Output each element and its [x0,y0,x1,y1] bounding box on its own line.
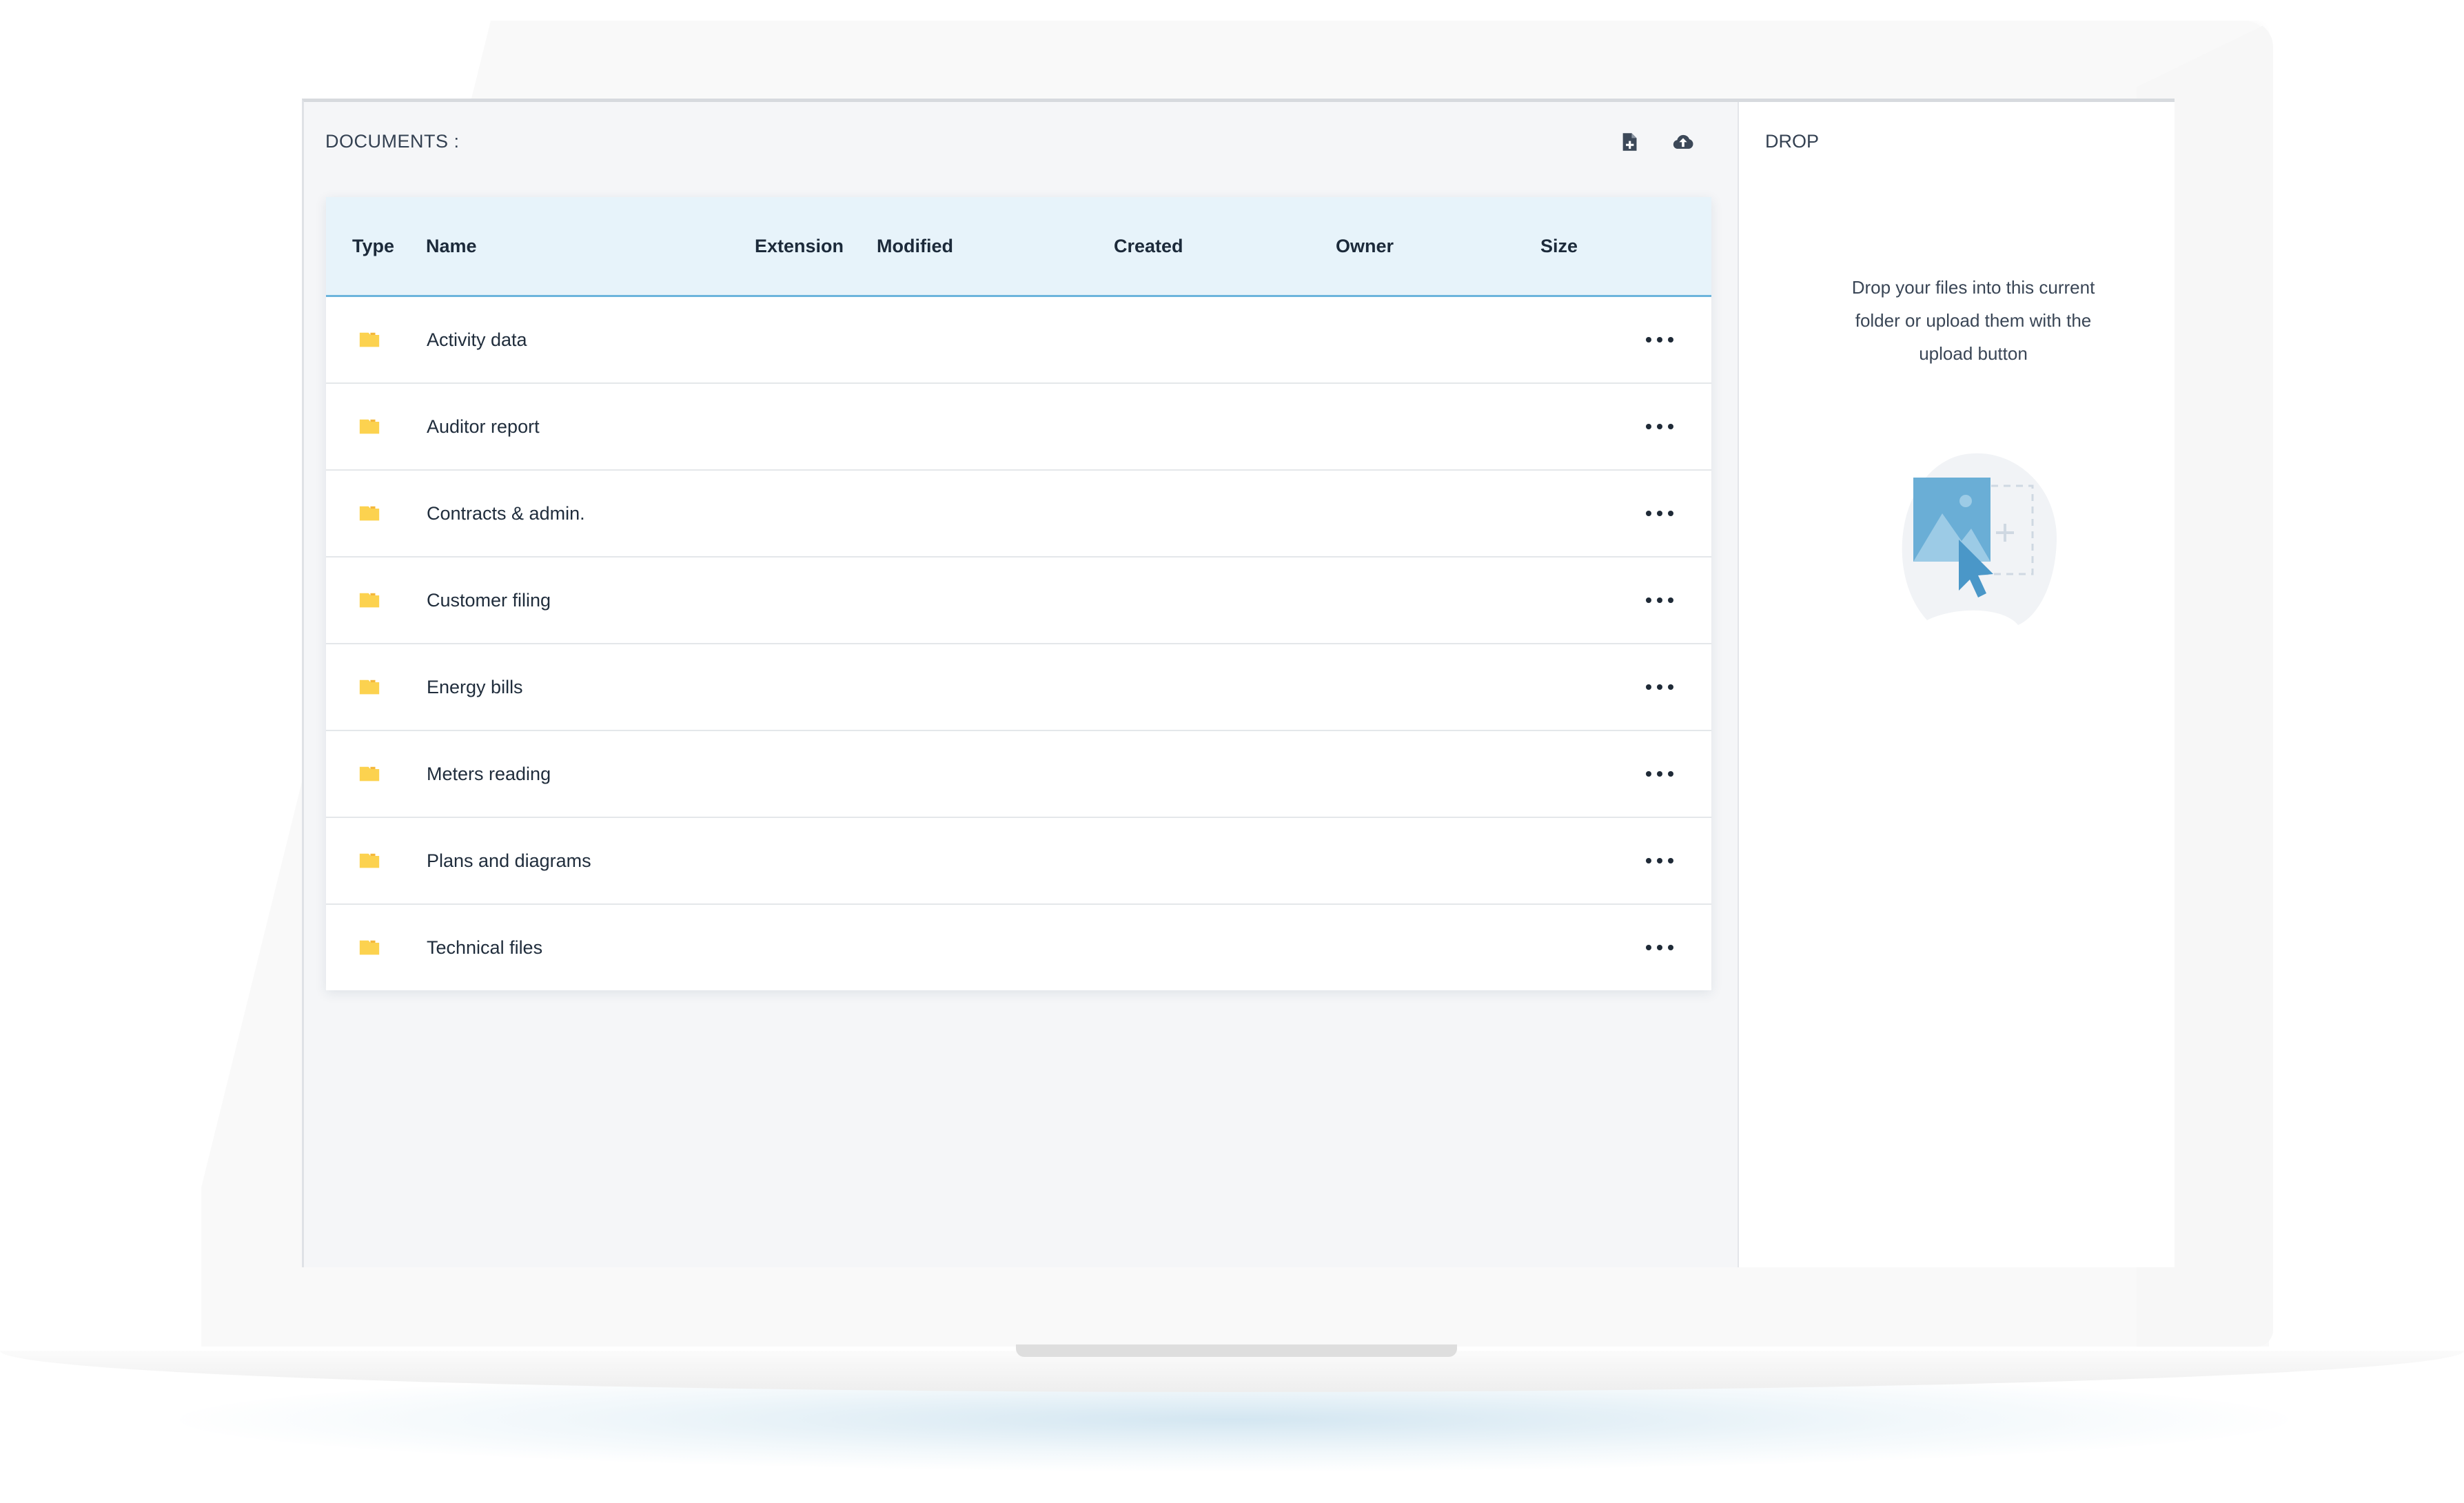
more-dot-icon [1646,771,1651,777]
more-dot-icon [1657,771,1662,777]
row-name[interactable]: Energy bills [427,644,523,730]
more-dot-icon [1657,945,1662,950]
row-more-button[interactable] [1646,327,1673,352]
more-dot-icon [1657,858,1662,863]
folder-icon [359,766,380,781]
new-folder-button[interactable] [1618,130,1643,154]
row-more-button[interactable] [1646,848,1673,873]
more-dot-icon [1668,424,1673,429]
more-dot-icon [1646,337,1651,342]
drop-instructions: Drop your files into this current folder… [1851,277,2095,364]
row-name[interactable]: Plans and diagrams [427,818,591,903]
table-row[interactable]: Meters reading [326,731,1711,818]
column-created[interactable]: Created [1114,197,1183,295]
row-more-button[interactable] [1646,675,1673,699]
drop-files-illustration [1902,453,2057,625]
folder-icon [359,679,380,695]
drop-title: DROP [1765,131,1820,152]
laptop-notch [1016,1344,1457,1357]
more-dot-icon [1657,424,1662,429]
row-more-button[interactable] [1646,501,1673,526]
cloud-upload-icon [1673,134,1693,149]
column-name[interactable]: Name [426,197,477,295]
table-row[interactable]: Plans and diagrams [326,818,1711,905]
table-row[interactable]: Contracts & admin. [326,471,1711,558]
upload-button[interactable] [1671,130,1696,154]
more-dot-icon [1646,684,1651,690]
more-dot-icon [1657,511,1662,516]
row-name[interactable]: Auditor report [427,384,540,469]
column-extension[interactable]: Extension [755,197,844,295]
table-row[interactable]: Energy bills [326,644,1711,731]
table-row[interactable]: Auditor report [326,384,1711,471]
table-body: Activity data Auditor report Contracts & a… [326,297,1711,990]
row-more-button[interactable] [1646,588,1673,613]
column-owner[interactable]: Owner [1336,197,1394,295]
table-header: Type Name Extension Modified Created Own… [326,197,1711,297]
row-name[interactable]: Contracts & admin. [427,471,585,556]
folder-icon [359,419,380,434]
documents-title: DOCUMENTS : [325,131,460,152]
row-more-button[interactable] [1646,935,1673,960]
app-screen: DOCUMENTS : Type Name Extension Modified… [302,99,2175,1267]
row-more-button[interactable] [1646,414,1673,439]
row-more-button[interactable] [1646,761,1673,786]
folder-icon [359,506,380,521]
more-dot-icon [1646,424,1651,429]
more-dot-icon [1646,511,1651,516]
more-dot-icon [1646,858,1651,863]
more-dot-icon [1646,945,1651,950]
row-name[interactable]: Customer filing [427,558,551,643]
more-dot-icon [1668,771,1673,777]
documents-panel: DOCUMENTS : Type Name Extension Modified… [304,102,1739,1267]
row-name[interactable]: Technical files [427,905,542,990]
column-modified[interactable]: Modified [877,197,953,295]
more-dot-icon [1646,597,1651,603]
folder-icon [359,940,380,955]
table-row[interactable]: Technical files [326,905,1711,990]
more-dot-icon [1668,684,1673,690]
more-dot-icon [1668,597,1673,603]
row-name[interactable]: Activity data [427,297,527,382]
column-size[interactable]: Size [1540,197,1578,295]
more-dot-icon [1657,684,1662,690]
folder-icon [359,332,380,347]
more-dot-icon [1657,337,1662,342]
table-row[interactable]: Activity data [326,297,1711,384]
drop-panel[interactable]: DROP Drop your files into this current f… [1739,102,2175,1267]
more-dot-icon [1657,597,1662,603]
folder-icon [359,853,380,868]
documents-table: Type Name Extension Modified Created Own… [326,197,1711,990]
row-name[interactable]: Meters reading [427,731,551,817]
laptop-base [0,1351,2464,1392]
folder-plus-icon [1622,133,1637,151]
column-type[interactable]: Type [352,197,394,295]
table-row[interactable]: Customer filing [326,558,1711,644]
more-dot-icon [1668,337,1673,342]
more-dot-icon [1668,511,1673,516]
more-dot-icon [1668,945,1673,950]
folder-icon [359,593,380,608]
more-dot-icon [1668,858,1673,863]
